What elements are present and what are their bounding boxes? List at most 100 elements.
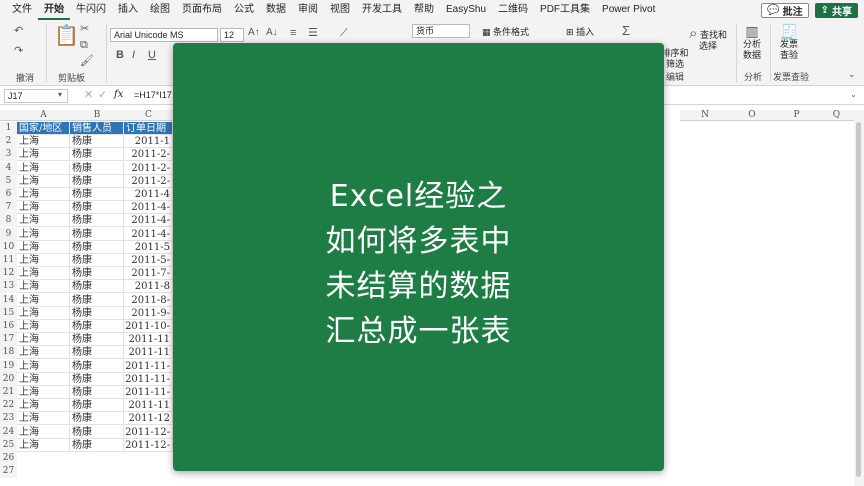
table-cell[interactable]: 上海 xyxy=(17,227,70,241)
table-cell[interactable]: 杨康 xyxy=(70,267,124,281)
table-cell[interactable]: 2011-8- xyxy=(124,293,173,307)
insert-function-button[interactable]: fx xyxy=(114,89,123,100)
orientation-icon[interactable]: ⟋ xyxy=(340,28,348,39)
menu-tab[interactable]: Power Pivot xyxy=(596,0,661,20)
column-header[interactable]: B xyxy=(70,110,124,121)
menu-tab[interactable]: 二维码 xyxy=(492,0,534,20)
menu-tab[interactable]: 开发工具 xyxy=(356,0,408,20)
redo-icon[interactable]: ↷ xyxy=(14,46,23,57)
table-cell[interactable]: 杨康 xyxy=(70,372,124,386)
cut-icon[interactable]: ✂ xyxy=(80,24,89,35)
table-cell[interactable]: 上海 xyxy=(17,267,70,281)
shrink-font-icon[interactable]: A↓ xyxy=(266,28,278,38)
table-cell[interactable]: 杨康 xyxy=(70,214,124,228)
row-header[interactable]: 4 xyxy=(0,161,17,175)
row-header[interactable]: 10 xyxy=(0,240,17,254)
menu-tab[interactable]: 数据 xyxy=(260,0,292,20)
row-header[interactable]: 24 xyxy=(0,425,17,439)
row-header[interactable]: 14 xyxy=(0,293,17,307)
collapse-ribbon-icon[interactable]: ⌄ xyxy=(848,70,856,79)
table-cell[interactable]: 2011-10- xyxy=(124,320,173,333)
comment-button[interactable]: 💬 批注 xyxy=(761,2,809,18)
find-select-button[interactable]: ⌕ 查找和选择 xyxy=(688,26,728,52)
insert-cells-button[interactable]: ⊞ 插入 xyxy=(566,25,594,38)
row-header[interactable]: 18 xyxy=(0,346,17,360)
italic-icon[interactable]: I xyxy=(132,50,135,61)
enter-icon[interactable]: ✓ xyxy=(98,90,107,101)
cancel-icon[interactable]: ✕ xyxy=(84,90,93,101)
row-header[interactable]: 26 xyxy=(0,452,17,465)
menu-tab[interactable]: 文件 xyxy=(6,0,38,20)
table-cell[interactable]: 2011-5- xyxy=(124,254,173,267)
bold-icon[interactable]: B xyxy=(116,50,124,61)
vertical-scroll-thumb[interactable] xyxy=(856,122,861,477)
row-header[interactable]: 6 xyxy=(0,188,17,201)
table-header-cell[interactable]: 订单日期 xyxy=(124,122,173,135)
table-cell[interactable]: 2011-4- xyxy=(124,201,173,215)
table-cell[interactable]: 上海 xyxy=(17,438,70,452)
row-header[interactable]: 19 xyxy=(0,359,17,373)
table-cell[interactable]: 2011-11 xyxy=(124,333,173,347)
number-format-select[interactable]: 货币 xyxy=(412,24,470,38)
row-header[interactable]: 13 xyxy=(0,280,17,294)
conditional-format-button[interactable]: ▦ 条件格式 xyxy=(482,25,529,38)
menu-tab[interactable]: 审阅 xyxy=(292,0,324,20)
table-cell[interactable]: 2011-12- xyxy=(124,438,173,452)
table-cell[interactable]: 杨康 xyxy=(70,240,124,254)
menu-tab[interactable]: 帮助 xyxy=(408,0,440,20)
expand-formula-icon[interactable]: ⌄ xyxy=(850,91,857,99)
table-cell[interactable]: 2011-8 xyxy=(124,280,173,294)
table-cell[interactable]: 上海 xyxy=(17,425,70,439)
menu-tab[interactable]: 视图 xyxy=(324,0,356,20)
row-header[interactable]: 25 xyxy=(0,438,17,452)
column-header[interactable]: Q xyxy=(819,110,854,121)
table-cell[interactable]: 2011-12 xyxy=(124,412,173,426)
row-header[interactable]: 12 xyxy=(0,267,17,281)
table-cell[interactable]: 上海 xyxy=(17,359,70,373)
align-top-icon[interactable]: ≡ xyxy=(290,28,296,39)
analyze-data-button[interactable]: ▥ 分析数据 xyxy=(740,24,764,61)
table-cell[interactable]: 上海 xyxy=(17,161,70,175)
table-cell[interactable]: 杨康 xyxy=(70,412,124,426)
column-header[interactable]: P xyxy=(774,110,819,121)
table-cell[interactable]: 上海 xyxy=(17,201,70,215)
table-cell[interactable]: 2011-2- xyxy=(124,174,173,188)
menu-tab[interactable]: PDF工具集 xyxy=(534,0,596,20)
table-cell[interactable]: 杨康 xyxy=(70,148,124,162)
table-cell[interactable]: 2011-11- xyxy=(124,386,173,399)
table-cell[interactable]: 2011-4- xyxy=(124,227,173,241)
select-all-corner[interactable] xyxy=(0,110,17,121)
column-header[interactable]: A xyxy=(17,110,70,121)
row-header[interactable]: 17 xyxy=(0,333,17,347)
menu-tab[interactable]: 插入 xyxy=(112,0,144,20)
table-cell[interactable]: 2011-4- xyxy=(124,214,173,228)
row-header[interactable]: 11 xyxy=(0,254,17,267)
table-cell[interactable]: 杨康 xyxy=(70,359,124,373)
row-header[interactable]: 21 xyxy=(0,386,17,399)
table-cell[interactable]: 上海 xyxy=(17,320,70,333)
menu-tab[interactable]: 公式 xyxy=(228,0,260,20)
row-header[interactable]: 16 xyxy=(0,320,17,333)
table-cell[interactable]: 上海 xyxy=(17,346,70,360)
row-header[interactable]: 20 xyxy=(0,372,17,386)
row-header[interactable]: 27 xyxy=(0,465,17,479)
table-cell[interactable]: 2011-11 xyxy=(124,346,173,360)
font-name-select[interactable]: Arial Unicode MS xyxy=(110,28,218,42)
copy-icon[interactable]: ⧉ xyxy=(80,40,88,51)
table-cell[interactable]: 2011-12- xyxy=(124,425,173,439)
table-cell[interactable]: 上海 xyxy=(17,306,70,320)
row-header[interactable]: 2 xyxy=(0,135,17,149)
table-cell[interactable]: 2011-11 xyxy=(124,399,173,413)
table-cell[interactable]: 2011-9- xyxy=(124,306,173,320)
menu-tab[interactable]: 绘图 xyxy=(144,0,176,20)
name-box-dropdown-icon[interactable]: ▾ xyxy=(58,91,62,99)
grow-font-icon[interactable]: A↑ xyxy=(248,28,260,38)
table-cell[interactable]: 杨康 xyxy=(70,438,124,452)
table-cell[interactable]: 上海 xyxy=(17,174,70,188)
table-cell[interactable]: 2011-2- xyxy=(124,148,173,162)
table-cell[interactable]: 杨康 xyxy=(70,174,124,188)
table-cell[interactable]: 上海 xyxy=(17,214,70,228)
table-cell[interactable]: 上海 xyxy=(17,333,70,347)
table-cell[interactable]: 2011-11- xyxy=(124,359,173,373)
table-cell[interactable]: 杨康 xyxy=(70,425,124,439)
